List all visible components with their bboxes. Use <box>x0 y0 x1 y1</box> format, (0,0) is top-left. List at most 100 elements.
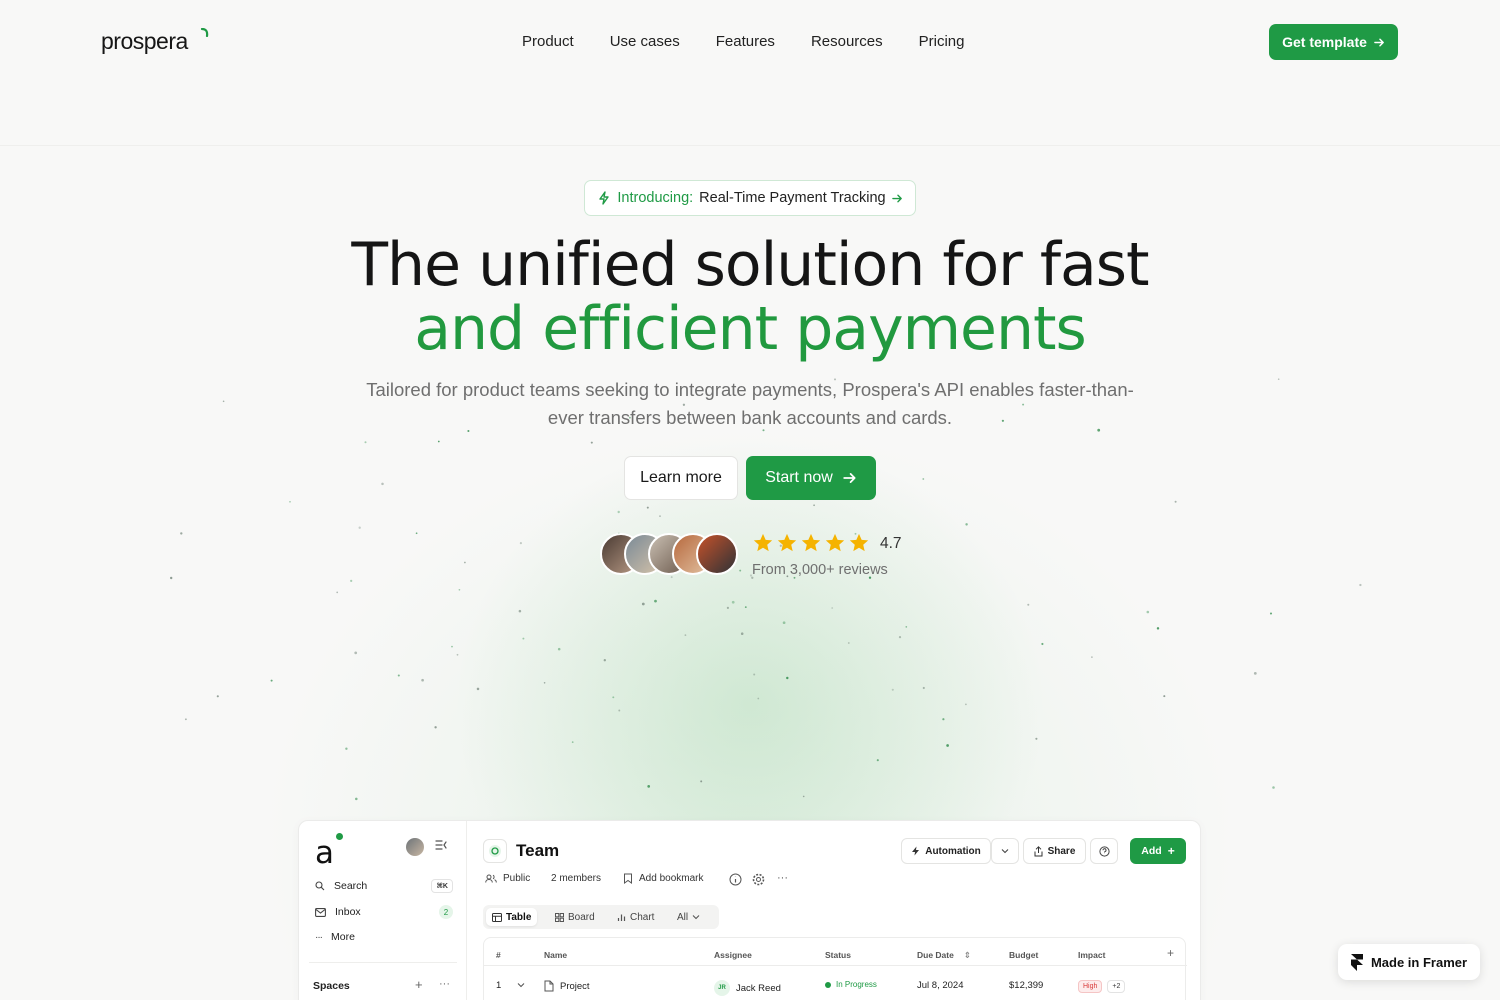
get-template-button[interactable]: Get template <box>1269 24 1398 60</box>
tab-board[interactable]: Board <box>549 908 601 926</box>
sidebar-item-more[interactable]: ··· More <box>315 931 453 943</box>
nav-link-pricing[interactable]: Pricing <box>919 33 965 50</box>
spaces-heading: Spaces <box>313 980 350 992</box>
automation-dropdown[interactable] <box>991 838 1019 864</box>
star-icon <box>777 533 797 552</box>
start-now-label: Start now <box>765 469 833 486</box>
search-shortcut: ⌘K <box>431 879 453 893</box>
star-icon <box>849 533 869 552</box>
tab-chart[interactable]: Chart <box>611 908 660 926</box>
tab-label: Board <box>568 911 595 923</box>
row-budget: $12,399 <box>1009 980 1044 991</box>
start-now-button[interactable]: Start now <box>746 456 876 500</box>
nav-links: Product Use cases Features Resources Pri… <box>522 33 1001 50</box>
filter-dropdown[interactable]: All <box>671 908 706 926</box>
nav-link-features[interactable]: Features <box>716 33 775 50</box>
chevron-down-icon <box>1001 849 1009 854</box>
filter-label: All <box>677 911 689 923</box>
visibility-label: Public <box>503 873 531 884</box>
reviews-count: From 3,000+ reviews <box>752 562 888 578</box>
tab-table[interactable]: Table <box>486 908 538 926</box>
column-header[interactable]: Budget <box>1009 950 1038 960</box>
members-count[interactable]: 2 members <box>551 873 601 884</box>
add-column-icon[interactable]: + <box>1167 946 1174 960</box>
more-icon: ··· <box>315 931 323 943</box>
framer-badge-label: Made in Framer <box>1370 954 1468 970</box>
info-icon[interactable] <box>729 873 742 886</box>
arrow-right-icon <box>891 194 902 202</box>
assignee-label: Jack Reed <box>736 982 781 994</box>
app-sidebar: a Search ⌘K Inbox 2 ··· More Spaces + ··… <box>299 821 467 1000</box>
bookmark-icon <box>624 873 632 884</box>
made-in-framer-badge[interactable]: Made in Framer <box>1338 944 1480 980</box>
star-icon <box>825 533 845 552</box>
app-preview: a Search ⌘K Inbox 2 ··· More Spaces + ··… <box>298 820 1201 1000</box>
data-table: # Name Assignee Status Due Date ⇕ Budget… <box>483 937 1187 1000</box>
announcement-badge[interactable]: Introducing: Real-Time Payment Tracking <box>584 180 916 216</box>
share-button[interactable]: Share <box>1023 838 1086 864</box>
chevron-down-icon[interactable] <box>517 982 525 988</box>
share-icon <box>1034 845 1043 856</box>
column-header[interactable]: Assignee <box>714 950 752 960</box>
add-space-icon[interactable]: + <box>415 977 423 992</box>
header-divider <box>0 145 1500 146</box>
board-icon <box>555 912 564 922</box>
column-header[interactable]: Impact <box>1078 950 1105 960</box>
star-icon <box>801 533 821 552</box>
gear-icon[interactable] <box>752 873 765 886</box>
automation-label: Automation <box>925 845 981 857</box>
tab-label: Chart <box>630 911 655 923</box>
column-header[interactable]: Status <box>825 950 851 960</box>
column-header-due-date[interactable]: Due Date ⇕ <box>917 950 971 961</box>
impact-more-badge: +2 <box>1107 980 1126 993</box>
badge-intro: Introducing: <box>617 190 694 206</box>
table-icon <box>492 912 502 922</box>
badge-text: Real-Time Payment Tracking <box>699 190 886 206</box>
learn-more-button[interactable]: Learn more <box>624 456 738 500</box>
lightning-icon <box>599 191 610 205</box>
sidebar-item-inbox[interactable]: Inbox 2 <box>315 905 453 919</box>
search-icon <box>315 881 325 891</box>
app-logo: a <box>315 835 334 871</box>
add-button[interactable]: Add + <box>1130 838 1186 864</box>
avatar[interactable] <box>406 838 424 856</box>
row-name: Project <box>544 980 590 992</box>
inbox-count-badge: 2 <box>439 905 453 919</box>
automation-button[interactable]: Automation <box>901 838 991 864</box>
collapse-sidebar-icon[interactable] <box>435 840 447 850</box>
more-options-icon[interactable]: ··· <box>777 872 788 884</box>
help-button[interactable] <box>1090 838 1118 864</box>
column-header: # <box>496 950 501 960</box>
sidebar-item-label: Inbox <box>335 906 361 918</box>
sidebar-item-label: Search <box>334 880 368 892</box>
star-icon <box>753 533 773 552</box>
arrow-right-icon <box>1374 38 1384 46</box>
add-bookmark-button[interactable]: Add bookmark <box>623 873 703 884</box>
spaces-more-icon[interactable]: ··· <box>439 978 450 990</box>
visibility-public[interactable]: Public <box>485 873 530 884</box>
framer-logo-icon <box>1350 953 1363 971</box>
nav-link-product[interactable]: Product <box>522 33 574 50</box>
members-label: 2 members <box>551 873 602 884</box>
nav-link-resources[interactable]: Resources <box>811 33 883 50</box>
tab-label: Table <box>506 911 532 923</box>
status-label: In Progress <box>836 980 877 989</box>
arrow-right-icon <box>843 473 856 483</box>
chevron-down-icon <box>692 915 700 920</box>
sidebar-item-search[interactable]: Search ⌘K <box>315 879 453 893</box>
column-header[interactable]: Name <box>544 950 567 960</box>
page-title: Team <box>516 841 560 860</box>
rating-value: 4.7 <box>880 535 902 552</box>
chart-icon <box>617 914 626 921</box>
column-header-label: Due Date <box>917 950 954 960</box>
top-navbar: prospera Product Use cases Features Reso… <box>0 0 1500 84</box>
learn-more-label: Learn more <box>640 469 722 486</box>
rating-stars <box>752 532 870 554</box>
nav-link-use-cases[interactable]: Use cases <box>610 33 680 50</box>
brand-logo[interactable]: prospera <box>101 28 188 55</box>
inbox-icon <box>315 907 326 917</box>
add-label: Add <box>1141 845 1162 857</box>
help-icon <box>1098 845 1110 857</box>
row-impact: High +2 <box>1078 980 1126 993</box>
hero-headline-line2: and efficient payments <box>414 294 1087 364</box>
